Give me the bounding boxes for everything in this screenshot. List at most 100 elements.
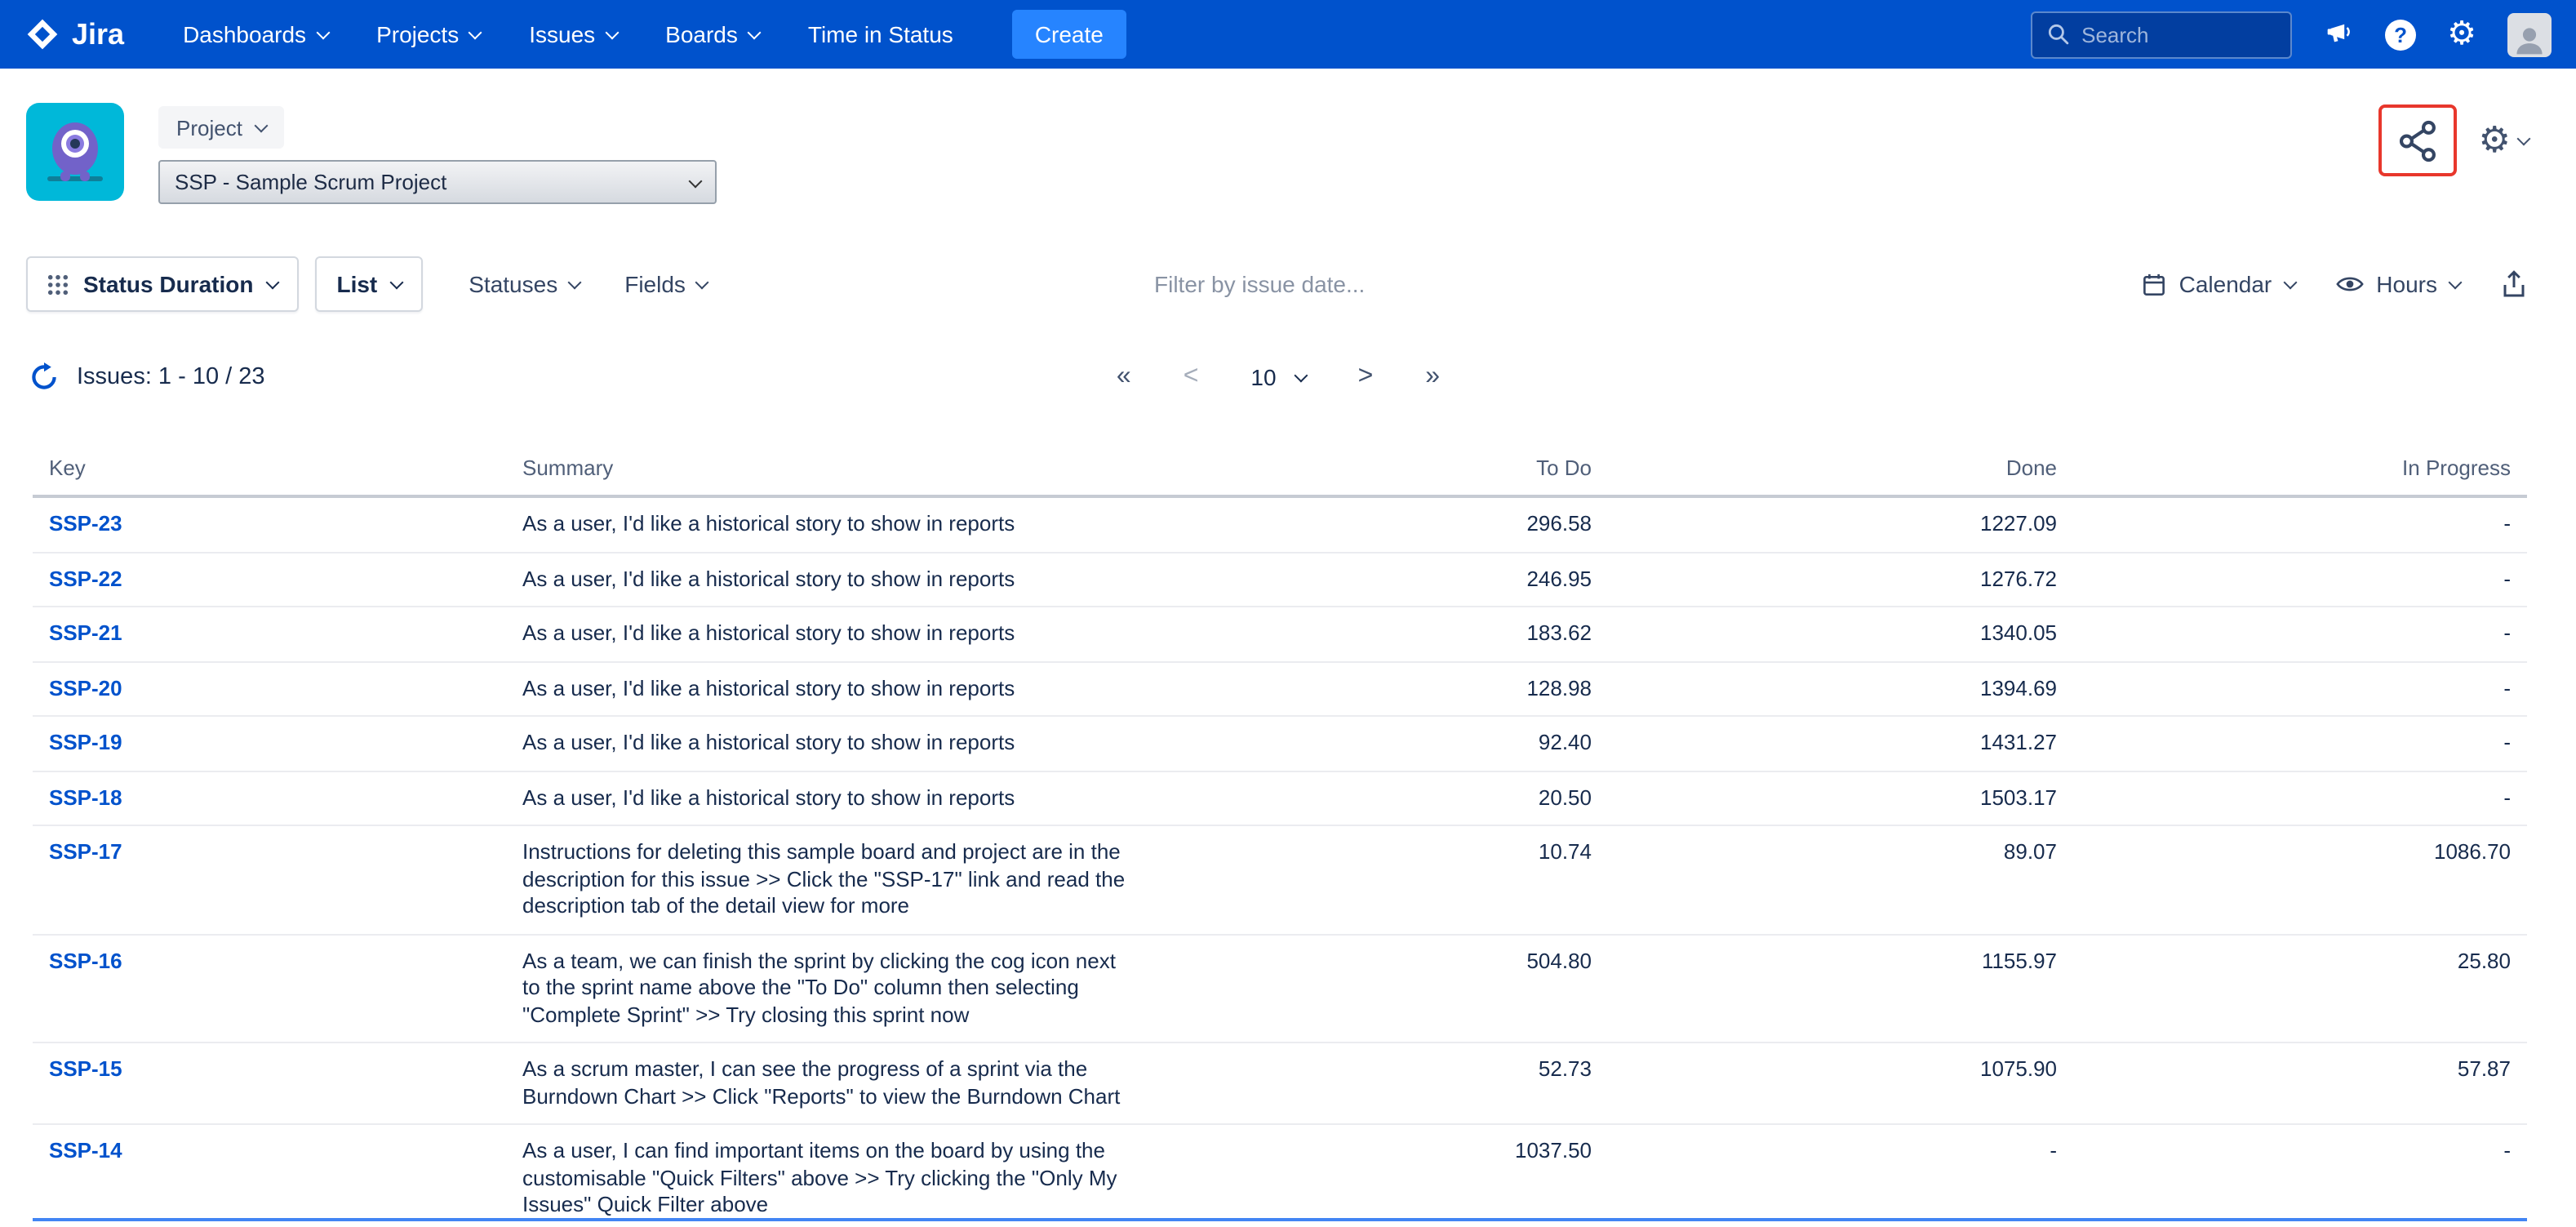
pagination-next[interactable]: > <box>1358 362 1374 392</box>
issue-table-body: SSP-23 As a user, I'd like a historical … <box>33 496 2527 1227</box>
page-size-select[interactable]: 10 <box>1250 364 1305 390</box>
refresh-button[interactable] <box>29 362 59 392</box>
calendar-label: Calendar <box>2179 271 2272 297</box>
issue-summary: As a user, I'd like a historical story t… <box>522 511 1135 538</box>
user-avatar[interactable] <box>2507 12 2552 56</box>
grid-icon <box>47 273 69 295</box>
view-selector-button[interactable]: List <box>315 256 423 312</box>
nav-projects[interactable]: Projects <box>376 21 480 47</box>
issues-bar: Issues: 1 - 10 / 23 « < 10 > » <box>29 354 2527 400</box>
column-header-key: Key <box>33 446 506 496</box>
issue-table-header: Key Summary To Do Done In Progress <box>33 446 2527 496</box>
chevron-down-icon <box>605 26 619 40</box>
project-controls: Project SSP - Sample Scrum Project <box>158 106 717 204</box>
table-row: SSP-20 As a user, I'd like a historical … <box>33 661 2527 716</box>
project-avatar <box>26 103 124 201</box>
table-row: SSP-19 As a user, I'd like a historical … <box>33 716 2527 771</box>
help-icon[interactable]: ? <box>2385 19 2416 50</box>
column-header-summary: Summary <box>506 446 1159 496</box>
header-actions: ⚙ <box>2379 104 2529 176</box>
feedback-megaphone-icon[interactable] <box>2323 20 2354 49</box>
table-row: SSP-21 As a user, I'd like a historical … <box>33 607 2527 661</box>
chevron-down-icon <box>2449 276 2463 290</box>
done-value: 1227.09 <box>1608 496 2073 552</box>
nav-time-in-status[interactable]: Time in Status <box>808 21 953 47</box>
todo-value: 92.40 <box>1159 716 1608 771</box>
search-input[interactable] <box>2081 22 2264 47</box>
person-icon <box>2511 20 2548 56</box>
issue-key-link[interactable]: SSP-20 <box>49 675 122 700</box>
jira-logo[interactable]: Jira <box>24 16 124 52</box>
inprogress-value: - <box>2073 552 2527 607</box>
search-box[interactable] <box>2031 11 2292 58</box>
fields-dropdown[interactable]: Fields <box>624 271 707 297</box>
issue-key-link[interactable]: SSP-19 <box>49 730 122 754</box>
scope-selector-button[interactable]: Project <box>158 106 285 149</box>
gear-icon: ⚙ <box>2479 122 2511 158</box>
issue-key-link[interactable]: SSP-23 <box>49 511 122 536</box>
inprogress-value: - <box>2073 607 2527 661</box>
project-select[interactable]: SSP - Sample Scrum Project <box>158 160 717 204</box>
issue-key-link[interactable]: SSP-17 <box>49 839 122 864</box>
inprogress-value: - <box>2073 496 2527 552</box>
issue-table: Key Summary To Do Done In Progress SSP-2… <box>33 446 2527 1227</box>
annotation-highlight-box <box>2379 104 2458 176</box>
settings-button[interactable]: ⚙ <box>2479 122 2529 158</box>
issue-summary: As a user, I'd like a historical story t… <box>522 566 1135 593</box>
statuses-dropdown[interactable]: Statuses <box>469 271 579 297</box>
todo-value: 296.58 <box>1159 496 1608 552</box>
chevron-down-icon <box>747 26 761 40</box>
date-filter-input[interactable] <box>1154 271 1399 297</box>
nav-time-in-status-label: Time in Status <box>808 21 953 47</box>
toolbar-right: Calendar Hours <box>2142 269 2527 299</box>
todo-value: 1037.50 <box>1159 1124 1608 1227</box>
chevron-down-icon <box>2517 132 2531 146</box>
units-dropdown[interactable]: Hours <box>2335 271 2460 297</box>
column-header-done: Done <box>1608 446 2073 496</box>
search-icon <box>2047 23 2070 46</box>
project-header: Project SSP - Sample Scrum Project <box>0 69 2576 232</box>
create-button[interactable]: Create <box>1012 10 1126 59</box>
toolbar: Status Duration List Statuses Fields <box>26 256 2527 312</box>
inprogress-value: 57.87 <box>2073 1043 2527 1124</box>
issue-key-link[interactable]: SSP-14 <box>49 1138 122 1163</box>
chevron-down-icon <box>266 276 280 290</box>
done-value: 1155.97 <box>1608 934 2073 1043</box>
done-value: - <box>1608 1124 2073 1227</box>
refresh-icon <box>29 362 59 392</box>
issue-summary: As a team, we can finish the sprint by c… <box>522 948 1135 1029</box>
inprogress-value: 25.80 <box>2073 934 2527 1043</box>
nav-issues[interactable]: Issues <box>529 21 616 47</box>
issue-summary: As a user, I'd like a historical story t… <box>522 730 1135 757</box>
pagination-first[interactable]: « <box>1117 362 1131 392</box>
issue-key-link[interactable]: SSP-21 <box>49 620 122 645</box>
share-button[interactable] <box>2396 118 2441 162</box>
done-value: 1276.72 <box>1608 552 2073 607</box>
column-header-inprogress: In Progress <box>2073 446 2527 496</box>
pagination-prev[interactable]: < <box>1184 362 1199 392</box>
done-value: 1503.17 <box>1608 771 2073 825</box>
issue-key-link[interactable]: SSP-15 <box>49 1056 122 1081</box>
nav-boards-label: Boards <box>665 21 738 47</box>
chevron-down-icon <box>390 276 404 290</box>
metric-selector-button[interactable]: Status Duration <box>26 256 299 312</box>
chevron-down-icon <box>695 276 708 290</box>
nav-boards[interactable]: Boards <box>665 21 759 47</box>
settings-gear-icon[interactable]: ⚙ <box>2447 18 2476 51</box>
project-monster-icon <box>26 103 124 201</box>
pagination-last[interactable]: » <box>1425 362 1440 392</box>
export-button[interactable] <box>2501 269 2527 299</box>
done-value: 1340.05 <box>1608 607 2073 661</box>
project-select-value: SSP - Sample Scrum Project <box>175 170 446 194</box>
jira-brand-text: Jira <box>72 17 124 51</box>
table-row: SSP-18 As a user, I'd like a historical … <box>33 771 2527 825</box>
issue-key-link[interactable]: SSP-16 <box>49 948 122 972</box>
done-value: 1394.69 <box>1608 661 2073 716</box>
issue-key-link[interactable]: SSP-18 <box>49 785 122 809</box>
units-label: Hours <box>2376 271 2437 297</box>
issue-key-link[interactable]: SSP-22 <box>49 566 122 590</box>
calendar-dropdown[interactable]: Calendar <box>2142 271 2295 297</box>
nav-dashboards[interactable]: Dashboards <box>183 21 327 47</box>
todo-value: 504.80 <box>1159 934 1608 1043</box>
page-size-value: 10 <box>1250 364 1276 390</box>
